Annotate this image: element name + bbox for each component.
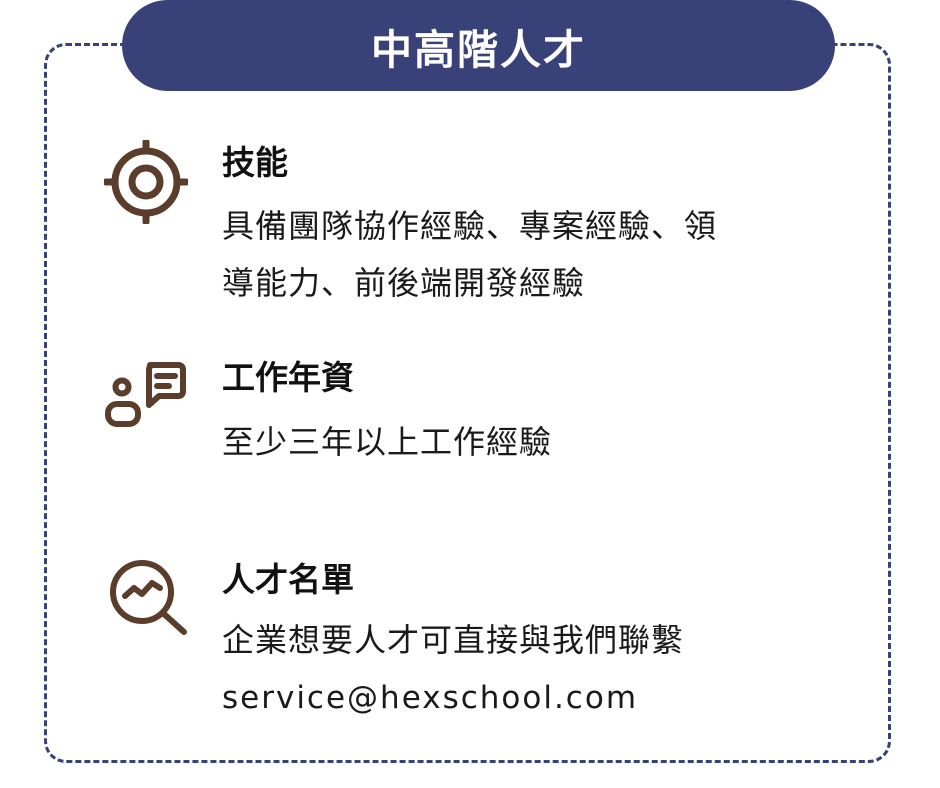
section-heading-experience: 工作年資 — [222, 358, 354, 397]
card-title-banner: 中高階人才 — [122, 0, 835, 91]
card-title: 中高階人才 — [371, 25, 586, 74]
section-heading-talent-list: 人才名單 — [222, 560, 354, 599]
contact-email: service@hexschool.com — [222, 680, 639, 716]
search-chart-icon — [108, 558, 190, 638]
person-chat-icon — [104, 360, 186, 430]
section-body-skills: 具備團隊協作經驗、專案經驗、領 導能力、前後端開發經驗 — [222, 198, 852, 312]
section-body-talent-list: 企業想要人才可直接與我們聯繫 — [222, 621, 685, 659]
target-icon — [102, 138, 190, 226]
section-body-skills-line2: 導能力、前後端開發經驗 — [222, 264, 586, 302]
section-heading-skills: 技能 — [222, 143, 288, 182]
section-body-skills-line1: 具備團隊協作經驗、專案經驗、領 — [222, 207, 718, 245]
section-body-experience: 至少三年以上工作經驗 — [222, 423, 553, 461]
